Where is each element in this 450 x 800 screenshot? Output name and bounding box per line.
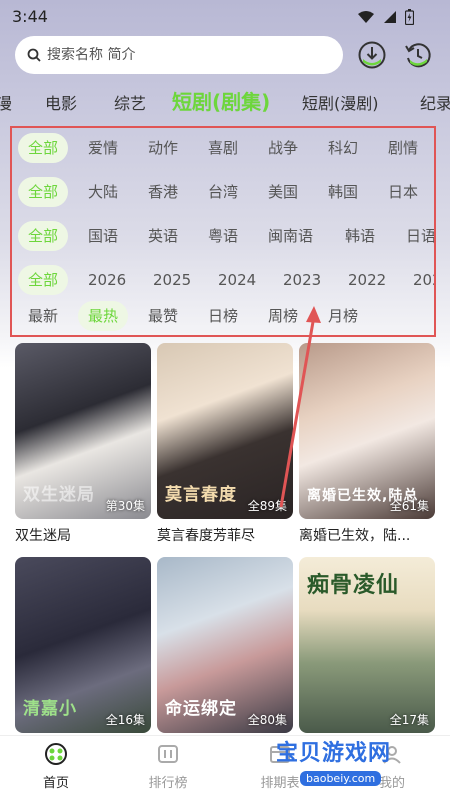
filter-panel: 全部 爱情 动作 喜剧 战争 科幻 剧情 全部 大陆 香港 台湾 美国 韩国 日… <box>10 126 436 337</box>
download-button[interactable] <box>356 39 388 71</box>
genre-chip[interactable]: 动作 <box>148 133 178 163</box>
language-chip[interactable]: 全部 <box>18 221 69 251</box>
region-chip[interactable]: 美国 <box>268 177 298 207</box>
tab-short-anime[interactable]: 短剧(漫剧) <box>302 90 379 114</box>
search-input[interactable] <box>47 47 317 63</box>
episode-badge: 全80集 <box>247 713 287 727</box>
battery-icon <box>405 9 414 25</box>
episode-badge: 全17集 <box>389 713 429 727</box>
poster-image: 痴骨凌仙 全17集 <box>299 557 435 733</box>
home-icon <box>45 743 67 765</box>
sort-chip[interactable]: 周榜 <box>268 301 298 331</box>
poster-title-art: 清嘉小 <box>23 699 77 719</box>
language-filter-row: 全部 国语 英语 粤语 闽南语 韩语 日语 <box>12 216 434 256</box>
year-chip[interactable]: 2025 <box>153 265 191 295</box>
watermark-name: 宝贝游戏网 <box>276 741 392 766</box>
drama-card[interactable]: 痴骨凌仙 全17集 <box>299 557 435 733</box>
genre-chip[interactable]: 全部 <box>18 133 69 163</box>
year-chip[interactable]: 2026 <box>88 265 126 295</box>
language-chip[interactable]: 英语 <box>148 221 178 251</box>
watermark-url: baobeiy.com <box>300 771 382 786</box>
language-chip[interactable]: 粤语 <box>208 221 238 251</box>
drama-card[interactable]: 离婚已生效,陆总 全61集 离婚已生效，陆... <box>299 343 435 545</box>
card-title: 离婚已生效，陆... <box>299 528 411 544</box>
nav-label: 首页 <box>42 776 69 791</box>
drama-card[interactable]: 莫言春度 全89集 莫言春度芳菲尽 <box>157 343 293 545</box>
card-title: 双生迷局 <box>15 528 71 544</box>
region-chip[interactable]: 全部 <box>18 177 69 207</box>
category-tabs: 漫 电影 综艺 短剧(剧集) 短剧(漫剧) 纪录 <box>0 80 450 120</box>
poster-title-art: 双生迷局 <box>23 485 95 505</box>
nav-label: 排行榜 <box>148 776 188 791</box>
poster-image: 离婚已生效,陆总 全61集 <box>299 343 435 519</box>
poster-image: 双生迷局 第30集 <box>15 343 151 519</box>
drama-card[interactable]: 双生迷局 第30集 双生迷局 <box>15 343 151 545</box>
wifi-icon <box>358 11 374 23</box>
genre-chip[interactable]: 科幻 <box>328 133 358 163</box>
nav-home[interactable]: 首页 <box>16 742 96 791</box>
poster-image: 清嘉小 全16集 <box>15 557 151 733</box>
year-chip[interactable]: 2022 <box>348 265 386 295</box>
search-box[interactable] <box>15 36 343 74</box>
genre-chip[interactable]: 剧情 <box>388 133 418 163</box>
language-chip[interactable]: 日语 <box>406 221 434 251</box>
history-button[interactable] <box>402 39 434 71</box>
tab-anime[interactable]: 漫 <box>0 90 12 114</box>
sort-chip[interactable]: 最热 <box>78 301 129 331</box>
region-filter-row: 全部 大陆 香港 台湾 美国 韩国 日本 <box>12 172 434 212</box>
sort-filter-row: 最新 最热 最赞 日榜 周榜 月榜 <box>12 296 434 335</box>
year-chip[interactable]: 全部 <box>18 265 69 295</box>
sort-chip[interactable]: 最赞 <box>148 301 178 331</box>
language-chip[interactable]: 国语 <box>88 221 118 251</box>
tab-movies[interactable]: 电影 <box>45 90 77 114</box>
poster-image: 命运绑定 全80集 <box>157 557 293 733</box>
poster-title-art: 命运绑定 <box>165 699 237 719</box>
drama-card[interactable]: 清嘉小 全16集 <box>15 557 151 733</box>
genre-chip[interactable]: 战争 <box>268 133 298 163</box>
region-chip[interactable]: 香港 <box>148 177 178 207</box>
drama-card[interactable]: 命运绑定 全80集 <box>157 557 293 733</box>
sort-chip[interactable]: 月榜 <box>328 301 358 331</box>
signal-icon <box>384 11 396 23</box>
genre-chip[interactable]: 爱情 <box>88 133 118 163</box>
language-chip[interactable]: 韩语 <box>345 221 375 251</box>
poster-title-art: 痴骨凌仙 <box>307 573 400 598</box>
search-row <box>15 36 435 76</box>
region-chip[interactable]: 大陆 <box>88 177 118 207</box>
poster-image: 莫言春度 全89集 <box>157 343 293 519</box>
status-bar: 3:44 <box>0 0 450 34</box>
year-chip[interactable]: 2023 <box>283 265 321 295</box>
sort-chip[interactable]: 最新 <box>28 301 58 331</box>
language-chip[interactable]: 闽南语 <box>268 221 313 251</box>
site-watermark: 宝贝游戏网 baobeiy.com <box>276 735 426 786</box>
nav-ranking[interactable]: 排行榜 <box>128 742 208 791</box>
tab-short-drama[interactable]: 短剧(剧集) <box>172 86 270 115</box>
genre-chip[interactable]: 喜剧 <box>208 133 238 163</box>
tab-variety[interactable]: 综艺 <box>114 90 146 114</box>
download-icon <box>358 41 386 69</box>
episode-badge: 全16集 <box>105 713 145 727</box>
status-time: 3:44 <box>12 7 48 26</box>
card-title: 莫言春度芳菲尽 <box>157 528 255 544</box>
poster-title-art: 莫言春度 <box>165 485 237 505</box>
sort-chip[interactable]: 日榜 <box>208 301 238 331</box>
genre-filter-row: 全部 爱情 动作 喜剧 战争 科幻 剧情 <box>12 128 434 168</box>
status-icons <box>357 9 414 25</box>
region-chip[interactable]: 日本 <box>388 177 418 207</box>
ranking-icon <box>158 745 178 763</box>
search-icon <box>27 48 41 62</box>
region-chip[interactable]: 韩国 <box>328 177 358 207</box>
region-chip[interactable]: 台湾 <box>208 177 238 207</box>
year-chip[interactable]: 2021 <box>413 265 434 295</box>
episode-badge: 全89集 <box>247 499 287 513</box>
year-chip[interactable]: 2024 <box>218 265 256 295</box>
history-icon <box>405 43 431 68</box>
year-filter-row: 全部 2026 2025 2024 2023 2022 2021 <box>12 260 434 300</box>
episode-badge: 第30集 <box>105 499 145 513</box>
episode-badge: 全61集 <box>389 499 429 513</box>
tab-documentary[interactable]: 纪录 <box>420 90 450 114</box>
